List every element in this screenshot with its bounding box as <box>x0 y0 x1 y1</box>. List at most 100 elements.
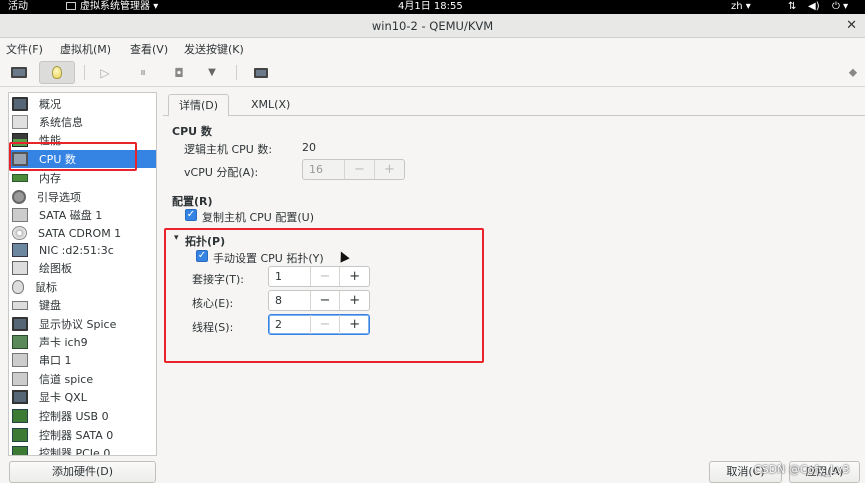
sidebar-item-cpus[interactable]: CPU 数 <box>9 150 156 168</box>
console-view-button[interactable] <box>6 61 32 84</box>
topology-expander-icon[interactable]: ▾ <box>174 233 179 243</box>
threads-increment-button[interactable]: + <box>339 315 369 334</box>
sidebar-item-sound[interactable]: 声卡 ich9 <box>9 333 156 351</box>
sidebar-item-label: 键盘 <box>39 299 61 312</box>
sidebar-item-overview[interactable]: 概况 <box>9 95 156 113</box>
sidebar-item-boot-options[interactable]: 引导选项 <box>9 188 156 206</box>
sockets-value[interactable]: 1 <box>269 267 310 286</box>
cores-decrement-button[interactable]: − <box>309 291 340 310</box>
sidebar-item-label: 系统信息 <box>39 116 83 129</box>
sidebar-item-memory[interactable]: 内存 <box>9 169 156 187</box>
config-section-heading: 配置(R) <box>172 195 213 208</box>
copy-host-cpu-checkbox[interactable]: ✓ <box>185 209 197 221</box>
volume-icon[interactable]: ◀) <box>808 0 820 14</box>
input-language-caret-icon: ▾ <box>745 1 751 12</box>
memory-icon <box>12 174 28 182</box>
sidebar-item-mouse[interactable]: 鼠标 <box>9 278 156 296</box>
channel-icon <box>12 372 28 386</box>
watermark: CSDN @Cofy_Lv3 <box>754 463 850 476</box>
activities-button[interactable]: 活动 <box>8 0 28 14</box>
clock[interactable]: 4月1日 18:55 <box>398 0 463 14</box>
lightbulb-icon <box>52 66 62 79</box>
network-icon[interactable]: ⇅ <box>788 0 796 14</box>
app-menu-caret-icon: ▾ <box>153 1 159 12</box>
app-menu-label: 虚拟系统管理器 <box>80 1 150 12</box>
sidebar-item-performance[interactable]: 性能 <box>9 131 156 149</box>
app-menu[interactable]: 虚拟系统管理器 ▾ <box>66 0 158 14</box>
cores-increment-button[interactable]: + <box>339 291 369 310</box>
sidebar-item-label: 串口 1 <box>39 354 72 367</box>
cpu-section-heading: CPU 数 <box>172 125 212 138</box>
sidebar-item-label: CPU 数 <box>39 153 76 166</box>
tab-xml[interactable]: XML(X) <box>241 94 300 116</box>
shutdown-menu-button[interactable]: ▼ <box>200 61 224 84</box>
close-window-button[interactable]: ✕ <box>846 14 857 38</box>
sidebar-item-label: 信道 spice <box>39 373 94 386</box>
topology-section-heading[interactable]: 拓扑(P) <box>185 233 225 249</box>
snapshots-button[interactable] <box>248 61 274 84</box>
pause-button[interactable]: ⏸ <box>132 61 154 84</box>
sidebar-item-label: 内存 <box>39 172 61 185</box>
system-top-bar: 活动 虚拟系统管理器 ▾ 4月1日 18:55 zh ▾ ⇅ ◀) ⏻ ▾ <box>0 0 865 14</box>
sidebar-item-video-qxl[interactable]: 显卡 QXL <box>9 388 156 406</box>
snapshot-icon <box>254 67 268 78</box>
sidebar-item-sata-disk[interactable]: SATA 磁盘 1 <box>9 206 156 224</box>
fullscreen-button[interactable]: ⬥ <box>843 61 863 84</box>
nic-icon <box>12 243 28 257</box>
sidebar-item-nic[interactable]: NIC :d2:51:3c <box>9 241 156 259</box>
sidebar-item-label: 声卡 ich9 <box>39 336 88 349</box>
vcpu-increment-button: + <box>374 160 404 179</box>
host-cpu-label: 逻辑主机 CPU 数: <box>184 143 273 156</box>
power-menu[interactable]: ⏻ ▾ <box>832 0 848 14</box>
threads-spinner[interactable]: 2 − + <box>268 314 370 335</box>
cores-value[interactable]: 8 <box>269 291 310 310</box>
sidebar-item-label: 概况 <box>39 98 61 111</box>
cores-spinner[interactable]: 8 − + <box>268 290 370 311</box>
sidebar-item-display-spice[interactable]: 显示协议 Spice <box>9 315 156 333</box>
sidebar-item-sata-cdrom[interactable]: SATA CDROM 1 <box>9 224 156 242</box>
input-language[interactable]: zh ▾ <box>731 0 751 14</box>
vcpu-label: vCPU 分配(A): <box>184 166 259 179</box>
sound-icon <box>12 335 28 349</box>
run-button[interactable]: ▷ <box>94 61 116 84</box>
add-hardware-button[interactable]: 添加硬件(D) <box>9 461 156 483</box>
menu-view[interactable]: 查看(V) <box>130 41 168 57</box>
copy-host-cpu-label[interactable]: 复制主机 CPU 配置(U) <box>202 209 314 225</box>
sockets-label: 套接字(T): <box>192 273 245 286</box>
menu-bar: 文件(F) 虚拟机(M) 查看(V) 发送按键(K) <box>0 39 865 58</box>
sidebar-item-serial[interactable]: 串口 1 <box>9 351 156 369</box>
cpu-icon <box>12 152 28 166</box>
sidebar-item-label: 控制器 SATA 0 <box>39 429 114 442</box>
monitor-icon <box>11 67 27 78</box>
sockets-increment-button[interactable]: + <box>339 267 369 286</box>
sidebar-item-keyboard[interactable]: 键盘 <box>9 296 156 314</box>
sidebar-item-label: SATA 磁盘 1 <box>39 209 103 222</box>
tab-details[interactable]: 详情(D) <box>168 94 230 117</box>
shutdown-button[interactable]: ◘ <box>168 61 190 84</box>
power-icon: ⏻ <box>832 1 840 12</box>
threads-decrement-button[interactable]: − <box>309 315 340 334</box>
power-caret-icon: ▾ <box>843 1 849 12</box>
sidebar-item-controller-pcie[interactable]: 控制器 PCIe 0 <box>9 444 156 455</box>
menu-file[interactable]: 文件(F) <box>6 41 43 57</box>
sidebar-item-controller-sata[interactable]: 控制器 SATA 0 <box>9 426 156 444</box>
tablet-icon <box>12 261 28 275</box>
menu-vm[interactable]: 虚拟机(M) <box>60 41 111 57</box>
menu-send-key[interactable]: 发送按键(K) <box>184 41 244 57</box>
details-view-button[interactable] <box>39 61 75 84</box>
sidebar-item-tablet[interactable]: 绘图板 <box>9 259 156 277</box>
performance-icon <box>12 133 28 147</box>
controller-icon <box>12 446 28 455</box>
sidebar-item-controller-usb[interactable]: 控制器 USB 0 <box>9 407 156 425</box>
manual-topology-label[interactable]: 手动设置 CPU 拓扑(Y) <box>213 250 324 266</box>
threads-value[interactable]: 2 <box>269 315 310 334</box>
app-icon <box>66 2 76 10</box>
sidebar-item-os-info[interactable]: 系统信息 <box>9 113 156 131</box>
cdrom-icon <box>12 226 27 240</box>
sockets-decrement-button[interactable]: − <box>309 267 340 286</box>
sidebar-item-channel-spice[interactable]: 信道 spice <box>9 370 156 388</box>
video-icon <box>12 390 28 404</box>
sockets-spinner[interactable]: 1 − + <box>268 266 370 287</box>
controller-icon <box>12 428 28 442</box>
manual-topology-checkbox[interactable]: ✓ <box>196 250 208 262</box>
